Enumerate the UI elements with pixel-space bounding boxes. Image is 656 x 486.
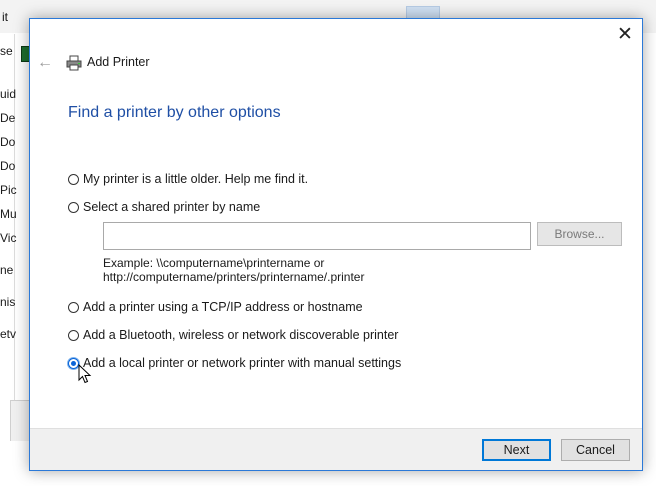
cancel-button[interactable]: Cancel	[561, 439, 630, 461]
background-list-item[interactable]: De	[0, 111, 15, 125]
background-list-item[interactable]: Do	[0, 135, 15, 149]
background-panel	[10, 400, 31, 441]
close-button[interactable]: ✕	[608, 19, 642, 49]
option-label: Add a local printer or network printer w…	[83, 356, 402, 370]
background-list-item[interactable]: uid	[0, 87, 16, 101]
back-button[interactable]: ←	[36, 54, 54, 72]
option-bluetooth-wireless[interactable]: Add a Bluetooth, wireless or network dis…	[68, 328, 398, 342]
browse-button[interactable]: Browse...	[537, 222, 622, 246]
example-text: Example: \\computername\printername or h…	[103, 256, 365, 284]
add-printer-dialog: ✕ ← Add Printer Find a printer by other …	[29, 18, 643, 471]
dialog-title: Add Printer	[87, 55, 150, 69]
option-label: Add a printer using a TCP/IP address or …	[83, 300, 363, 314]
dialog-footer: Next Cancel	[30, 428, 642, 470]
background-title-fragment: it	[2, 10, 8, 24]
option-shared-printer[interactable]: Select a shared printer by name	[68, 200, 260, 214]
background-list-item[interactable]: etv	[0, 327, 16, 341]
background-list-item[interactable]: ne	[0, 263, 13, 277]
option-older-printer[interactable]: My printer is a little older. Help me fi…	[68, 172, 308, 186]
option-tcpip[interactable]: Add a printer using a TCP/IP address or …	[68, 300, 363, 314]
next-button[interactable]: Next	[482, 439, 551, 461]
radio-button[interactable]	[68, 301, 79, 313]
page-heading: Find a printer by other options	[68, 104, 281, 121]
background-list-item[interactable]: Vic	[0, 231, 16, 245]
radio-button[interactable]	[68, 329, 79, 341]
printer-icon	[66, 55, 82, 71]
radio-button[interactable]	[68, 173, 79, 185]
background-list-item[interactable]: Do	[0, 159, 15, 173]
radio-button[interactable]	[68, 201, 79, 213]
background-list-item[interactable]: Pic	[0, 183, 17, 197]
mouse-cursor-icon	[78, 364, 92, 384]
option-local-printer[interactable]: Add a local printer or network printer w…	[68, 356, 401, 370]
option-label: Add a Bluetooth, wireless or network dis…	[83, 328, 399, 342]
close-icon: ✕	[617, 23, 633, 45]
shared-printer-name-input[interactable]	[103, 222, 531, 250]
option-label: Select a shared printer by name	[83, 200, 261, 214]
background-list-item[interactable]: nis	[0, 295, 15, 309]
option-label: My printer is a little older. Help me fi…	[83, 172, 309, 186]
background-list-item[interactable]: Mu	[0, 207, 17, 221]
background-list-item[interactable]: se	[0, 44, 13, 58]
back-arrow-icon: ←	[37, 54, 53, 71]
